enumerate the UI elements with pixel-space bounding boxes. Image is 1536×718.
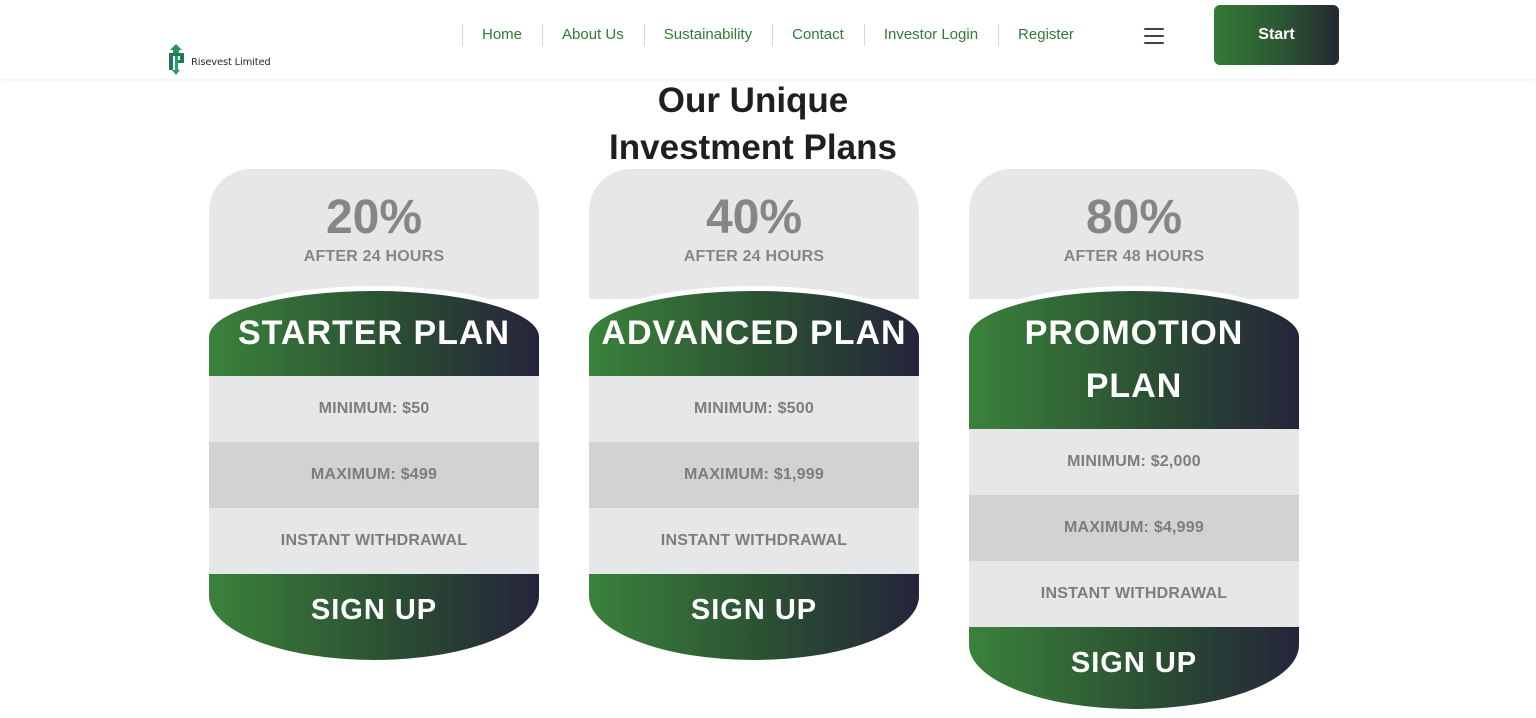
plan-minimum: MINIMUM: $2,000 <box>969 429 1299 495</box>
plan-minimum: MINIMUM: $500 <box>589 376 919 442</box>
plan-rate: 40% <box>705 191 803 244</box>
plan-period: AFTER 24 HOURS <box>683 248 825 265</box>
main-nav: Home About Us Sustainability Contact Inv… <box>462 24 1094 46</box>
nav-contact[interactable]: Contact <box>772 24 864 46</box>
plan-rate: 20% <box>325 191 423 244</box>
plan-minimum: MINIMUM: $50 <box>209 376 539 442</box>
plan-header: 20% AFTER 24 HOURS <box>209 169 539 299</box>
plan-maximum: MAXIMUM: $4,999 <box>969 495 1299 561</box>
plan-header: 80% AFTER 48 HOURS <box>969 169 1299 299</box>
plan-card-advanced: 40% AFTER 24 HOURS ADVANCED PLAN MINIMUM… <box>589 169 919 660</box>
plan-name: STARTER PLAN <box>209 291 539 376</box>
plan-name-line2: PLAN <box>1085 367 1183 405</box>
nav-investor-login[interactable]: Investor Login <box>863 24 998 46</box>
hamburger-icon[interactable] <box>1144 28 1164 44</box>
plan-name-line1: PROMOTION <box>1024 314 1244 352</box>
plan-card-promotion: 80% AFTER 48 HOURS PROMOTION PLAN MINIMU… <box>969 169 1299 709</box>
site-header: Risevest Limited Home About Us Sustainab… <box>0 0 1536 79</box>
signup-button-starter[interactable]: SIGN UP <box>209 574 539 660</box>
plan-withdrawal: INSTANT WITHDRAWAL <box>589 508 919 574</box>
plan-header: 40% AFTER 24 HOURS <box>589 169 919 299</box>
plan-card-starter: 20% AFTER 24 HOURS STARTER PLAN MINIMUM:… <box>209 169 539 660</box>
plan-withdrawal: INSTANT WITHDRAWAL <box>209 508 539 574</box>
nav-about-us[interactable]: About Us <box>542 24 644 46</box>
section-title: Our Unique Investment Plans <box>453 77 1053 171</box>
plan-period: AFTER 24 HOURS <box>303 248 445 265</box>
section-title-line2: Investment Plans <box>609 128 897 167</box>
plan-rate: 80% <box>1085 191 1183 244</box>
signup-button-advanced[interactable]: SIGN UP <box>589 574 919 660</box>
nav-sustainability[interactable]: Sustainability <box>643 24 772 46</box>
brand-logo[interactable]: Risevest Limited <box>168 44 271 75</box>
nav-home[interactable]: Home <box>462 24 542 46</box>
nav-register[interactable]: Register <box>998 24 1094 46</box>
plan-withdrawal: INSTANT WITHDRAWAL <box>969 561 1299 627</box>
plan-name: PROMOTION PLAN <box>969 291 1299 429</box>
section-title-line1: Our Unique <box>657 81 849 120</box>
logo-icon <box>169 44 184 75</box>
brand-name: Risevest Limited <box>191 57 271 68</box>
signup-button-promotion[interactable]: SIGN UP <box>969 627 1299 709</box>
plan-maximum: MAXIMUM: $1,999 <box>589 442 919 508</box>
plan-maximum: MAXIMUM: $499 <box>209 442 539 508</box>
plan-period: AFTER 48 HOURS <box>1063 248 1205 265</box>
plan-name: ADVANCED PLAN <box>589 291 919 376</box>
start-button[interactable]: Start <box>1214 5 1339 65</box>
